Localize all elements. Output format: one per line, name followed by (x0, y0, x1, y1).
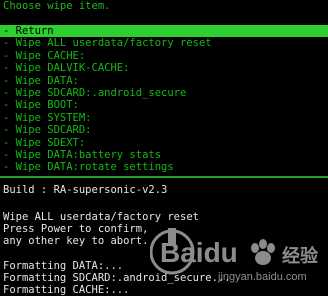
baidu-watermark: Baidu 经验 jingyan.baidu.com (150, 228, 319, 283)
wipe-menu: - Return - Wipe ALL userdata/factory res… (0, 25, 328, 174)
menu-item-wipe-all-userdata[interactable]: - Wipe ALL userdata/factory reset (0, 37, 328, 49)
menu-item-wipe-sdext[interactable]: - Wipe SDEXT: (0, 137, 328, 149)
build-info: Build : RA-supersonic-v2.3 (3, 184, 168, 196)
paw-icon (251, 239, 275, 265)
format-data-line: Formatting DATA:... (3, 260, 124, 272)
menu-divider (0, 176, 328, 178)
menu-item-wipe-system[interactable]: - Wipe SYSTEM: (0, 112, 328, 124)
confirm-instruction: Press Power to confirm, (3, 223, 149, 235)
menu-item-wipe-battery-stats[interactable]: - Wipe DATA:battery stats (0, 149, 328, 161)
recovery-screen: Choose wipe item. - Return - Wipe ALL us… (0, 0, 328, 296)
menu-item-return[interactable]: - Return (0, 25, 328, 38)
menu-item-wipe-rotate-settings[interactable]: - Wipe DATA:rotate settings (0, 161, 328, 173)
menu-item-wipe-dalvik-cache[interactable]: - Wipe DALVIK-CACHE: (0, 62, 328, 74)
menu-item-wipe-cache[interactable]: - Wipe CACHE: (0, 50, 328, 62)
menu-item-wipe-data[interactable]: - Wipe DATA: (0, 75, 328, 87)
format-sdcard-line: Formatting SDCARD:.android_secure... (3, 272, 231, 284)
wipe-confirm-title: Wipe ALL userdata/factory reset (3, 211, 199, 223)
menu-item-wipe-sdcard-android-secure[interactable]: - Wipe SDCARD:.android_secure (0, 87, 328, 99)
menu-header: Choose wipe item. (3, 0, 111, 12)
menu-item-wipe-sdcard[interactable]: - Wipe SDCARD: (0, 124, 328, 136)
menu-item-wipe-boot[interactable]: - Wipe BOOT: (0, 99, 328, 111)
abort-instruction: any other key to abort. (3, 235, 149, 247)
watermark-brand-text: Baidu (160, 237, 238, 268)
watermark-cn-text: 经验 (282, 245, 319, 267)
recovery-logo-icon (150, 229, 195, 275)
format-cache-line: Formatting CACHE:... (3, 284, 130, 296)
